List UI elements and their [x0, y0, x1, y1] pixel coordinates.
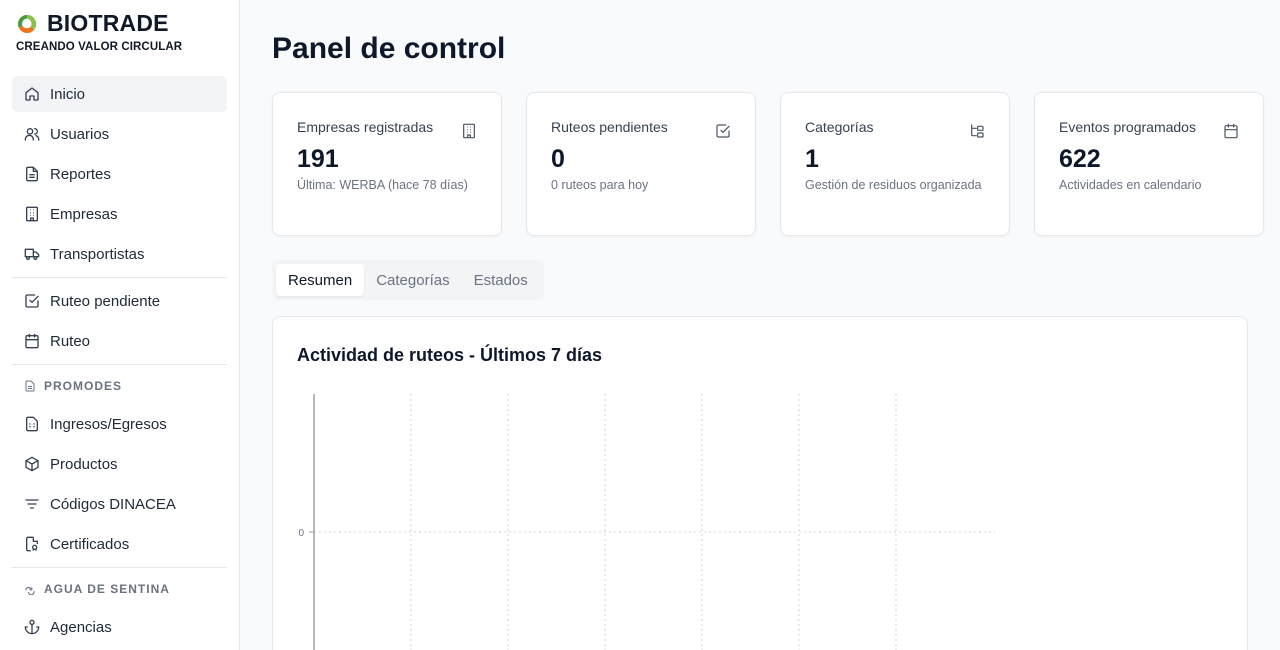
page-title: Panel de control: [272, 32, 506, 65]
sidebar-item-productos[interactable]: Productos: [12, 446, 227, 482]
main-content: Panel de control Empresas registradas 19…: [240, 0, 1280, 650]
calendar-icon: [1223, 123, 1239, 139]
building-icon: [24, 206, 40, 222]
sidebar-item-label: Ruteo pendiente: [50, 292, 161, 310]
sidebar-divider: [12, 567, 227, 568]
sidebar-item-codigos-dinacea[interactable]: Códigos DINACEA: [12, 486, 227, 522]
brand-name: BIOTRADE: [47, 10, 169, 36]
certificate-icon: [24, 536, 40, 552]
check-square-icon: [24, 293, 40, 309]
spreadsheet-icon: [24, 416, 40, 432]
sidebar: BIOTRADE CREANDO VALOR CIRCULAR Inicio U…: [0, 0, 240, 650]
box-icon: [24, 456, 40, 472]
sidebar-group-promodes: PROMODES: [12, 370, 227, 402]
stat-card-subtitle: 0 ruteos para hoy: [551, 178, 649, 192]
brand-logo-icon: [17, 14, 37, 33]
users-icon: [24, 126, 40, 142]
stat-card-title: Categorías: [805, 119, 874, 135]
sidebar-divider: [12, 364, 227, 365]
truck-icon: [24, 246, 40, 262]
sidebar-item-label: Códigos DINACEA: [50, 495, 176, 513]
stat-card-value: 0: [551, 145, 565, 173]
home-icon: [24, 86, 40, 102]
filter-icon: [24, 496, 40, 512]
sidebar-item-transportistas[interactable]: Transportistas: [12, 236, 227, 272]
tab-resumen[interactable]: Resumen: [276, 264, 365, 296]
activity-chart: 0: [298, 394, 995, 650]
sidebar-group-label: PROMODES: [44, 379, 123, 393]
stat-card-subtitle: Actividades en calendario: [1059, 178, 1202, 192]
sidebar-item-ingresos-egresos[interactable]: Ingresos/Egresos: [12, 406, 227, 442]
stat-card-title: Eventos programados: [1059, 119, 1196, 135]
stat-card-title: Empresas registradas: [297, 119, 434, 135]
waves-icon: [24, 583, 36, 595]
sidebar-item-label: Inicio: [50, 85, 86, 103]
folder-tree-icon: [969, 123, 985, 139]
stat-card-subtitle: Gestión de residuos organizada: [805, 178, 982, 192]
sidebar-group-label: AGUA DE SENTINA: [44, 582, 170, 596]
sidebar-item-label: Ingresos/Egresos: [50, 415, 167, 433]
sidebar-divider: [12, 277, 227, 278]
file-icon: [24, 166, 40, 182]
chart-y-tick-label: 0: [298, 528, 304, 539]
sidebar-item-label: Transportistas: [50, 245, 145, 263]
sidebar-nav: Inicio Usuarios Reportes Empresas Transp…: [12, 76, 227, 649]
brand-tagline: CREANDO VALOR CIRCULAR: [16, 41, 183, 53]
stat-card-eventos: Eventos programados 622 Actividades en c…: [1034, 92, 1264, 236]
anchor-icon: [24, 619, 40, 635]
calendar-icon: [24, 333, 40, 349]
sidebar-item-reportes[interactable]: Reportes: [12, 156, 227, 192]
sidebar-item-ruteo-pendiente[interactable]: Ruteo pendiente: [12, 283, 227, 319]
stat-cards: Empresas registradas 191 Última: WERBA (…: [272, 92, 1264, 236]
sidebar-item-label: Certificados: [50, 535, 130, 553]
dashboard-tabs: Resumen Categorías Estados: [272, 260, 544, 300]
check-square-icon: [715, 123, 731, 139]
sidebar-item-usuarios[interactable]: Usuarios: [12, 116, 227, 152]
sidebar-group-agua-de-sentina: AGUA DE SENTINA: [12, 573, 227, 605]
stat-card-value: 1: [805, 145, 819, 173]
stat-card-subtitle: Última: WERBA (hace 78 días): [297, 178, 468, 192]
sidebar-item-label: Ruteo: [50, 332, 91, 350]
stat-card-title: Ruteos pendientes: [551, 119, 668, 135]
stat-card-ruteos: Ruteos pendientes 0 0 ruteos para hoy: [526, 92, 756, 236]
sidebar-item-ruteo[interactable]: Ruteo: [12, 323, 227, 359]
sidebar-item-label: Productos: [50, 455, 118, 473]
sidebar-item-label: Usuarios: [50, 125, 110, 143]
brand[interactable]: BIOTRADE CREANDO VALOR CIRCULAR: [16, 10, 182, 53]
stat-card-value: 622: [1059, 145, 1101, 173]
chart-card: Actividad de ruteos - Últimos 7 días 0: [272, 316, 1248, 650]
sidebar-item-label: Agencias: [50, 618, 112, 636]
stat-card-empresas: Empresas registradas 191 Última: WERBA (…: [272, 92, 502, 236]
sidebar-item-inicio[interactable]: Inicio: [12, 76, 227, 112]
sidebar-item-certificados[interactable]: Certificados: [12, 526, 227, 562]
tab-categorias[interactable]: Categorías: [364, 264, 461, 296]
sidebar-item-empresas[interactable]: Empresas: [12, 196, 227, 232]
building-icon: [461, 123, 477, 139]
stat-card-categorias: Categorías 1 Gestión de residuos organiz…: [780, 92, 1010, 236]
stat-card-value: 191: [297, 145, 339, 173]
sidebar-item-label: Empresas: [50, 205, 118, 223]
sidebar-item-label: Reportes: [50, 165, 111, 183]
file-small-icon: [24, 380, 36, 392]
tab-estados[interactable]: Estados: [462, 264, 540, 296]
sidebar-item-agencias[interactable]: Agencias: [12, 609, 227, 645]
